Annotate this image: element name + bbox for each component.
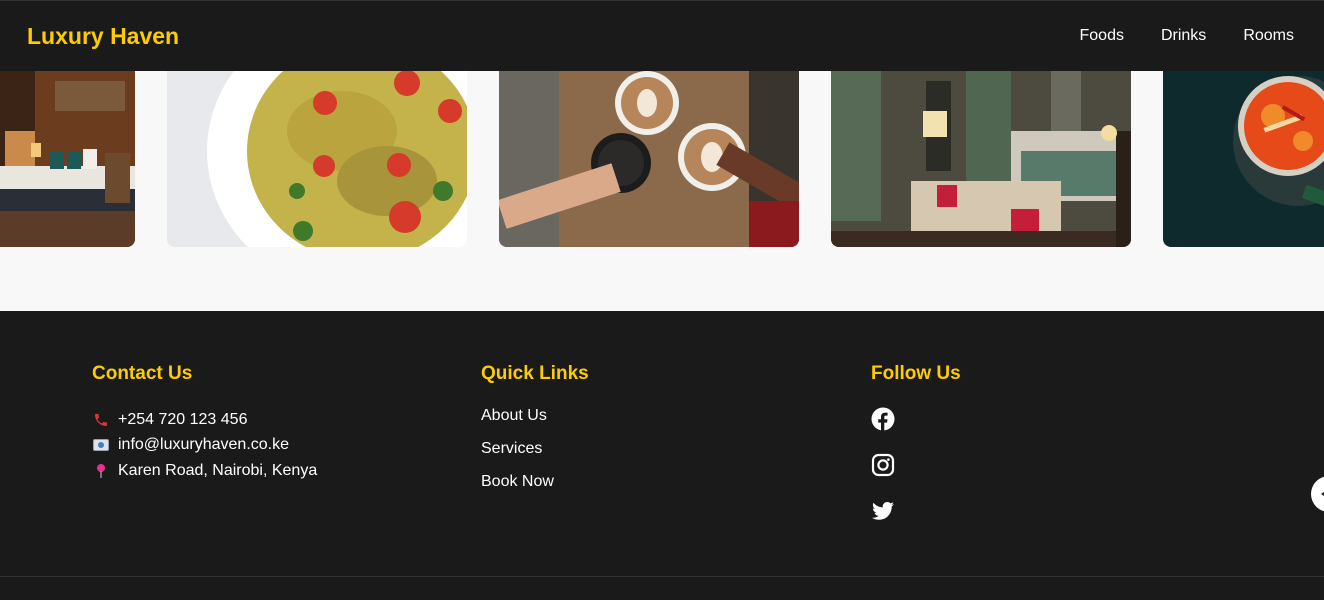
nav-links: Foods Drinks Rooms	[1080, 27, 1295, 45]
navbar: Luxury Haven Foods Drinks Rooms	[0, 0, 1324, 71]
footer-bottom-bar	[0, 576, 1324, 600]
phone-icon	[92, 411, 110, 429]
contact-heading: Contact Us	[92, 363, 193, 384]
address-text: Karen Road, Nairobi, Kenya	[118, 461, 318, 479]
twitter-icon[interactable]	[871, 499, 895, 523]
arrow-left-icon	[1321, 492, 1324, 496]
carousel-image-bedroom[interactable]	[0, 71, 135, 247]
carousel-image-pasta[interactable]	[167, 71, 467, 247]
contact-address: Karen Road, Nairobi, Kenya	[92, 458, 317, 484]
footer: Contact Us +254 720 123 456 info@luxuryh…	[0, 311, 1324, 600]
quick-links-section: Quick Links About Us Services Book Now	[481, 363, 589, 506]
contact-email: info@luxuryhaven.co.ke	[92, 433, 317, 459]
quick-links-heading: Quick Links	[481, 363, 589, 384]
quick-link-book-now[interactable]: Book Now	[481, 473, 589, 491]
facebook-icon[interactable]	[871, 407, 895, 431]
carousel-image-soup[interactable]	[1163, 71, 1324, 247]
email-address[interactable]: info@luxuryhaven.co.ke	[118, 436, 289, 454]
quick-link-services[interactable]: Services	[481, 440, 589, 458]
carousel-image-coffee[interactable]	[499, 71, 799, 247]
follow-section: Follow Us	[871, 363, 961, 545]
nav-link-foods[interactable]: Foods	[1080, 27, 1124, 45]
nav-link-drinks[interactable]: Drinks	[1161, 27, 1206, 45]
location-pin-icon	[92, 462, 110, 480]
phone-number[interactable]: +254 720 123 456	[118, 411, 247, 429]
quick-link-about[interactable]: About Us	[481, 407, 589, 425]
email-icon	[92, 436, 110, 454]
nav-link-rooms[interactable]: Rooms	[1243, 27, 1294, 45]
follow-heading: Follow Us	[871, 363, 961, 384]
contact-section: Contact Us +254 720 123 456 info@luxuryh…	[92, 363, 317, 484]
brand-logo[interactable]: Luxury Haven	[27, 23, 179, 50]
image-carousel	[0, 71, 1324, 247]
contact-phone: +254 720 123 456	[92, 407, 317, 433]
instagram-icon[interactable]	[871, 453, 895, 477]
carousel-image-suite[interactable]	[831, 71, 1131, 247]
